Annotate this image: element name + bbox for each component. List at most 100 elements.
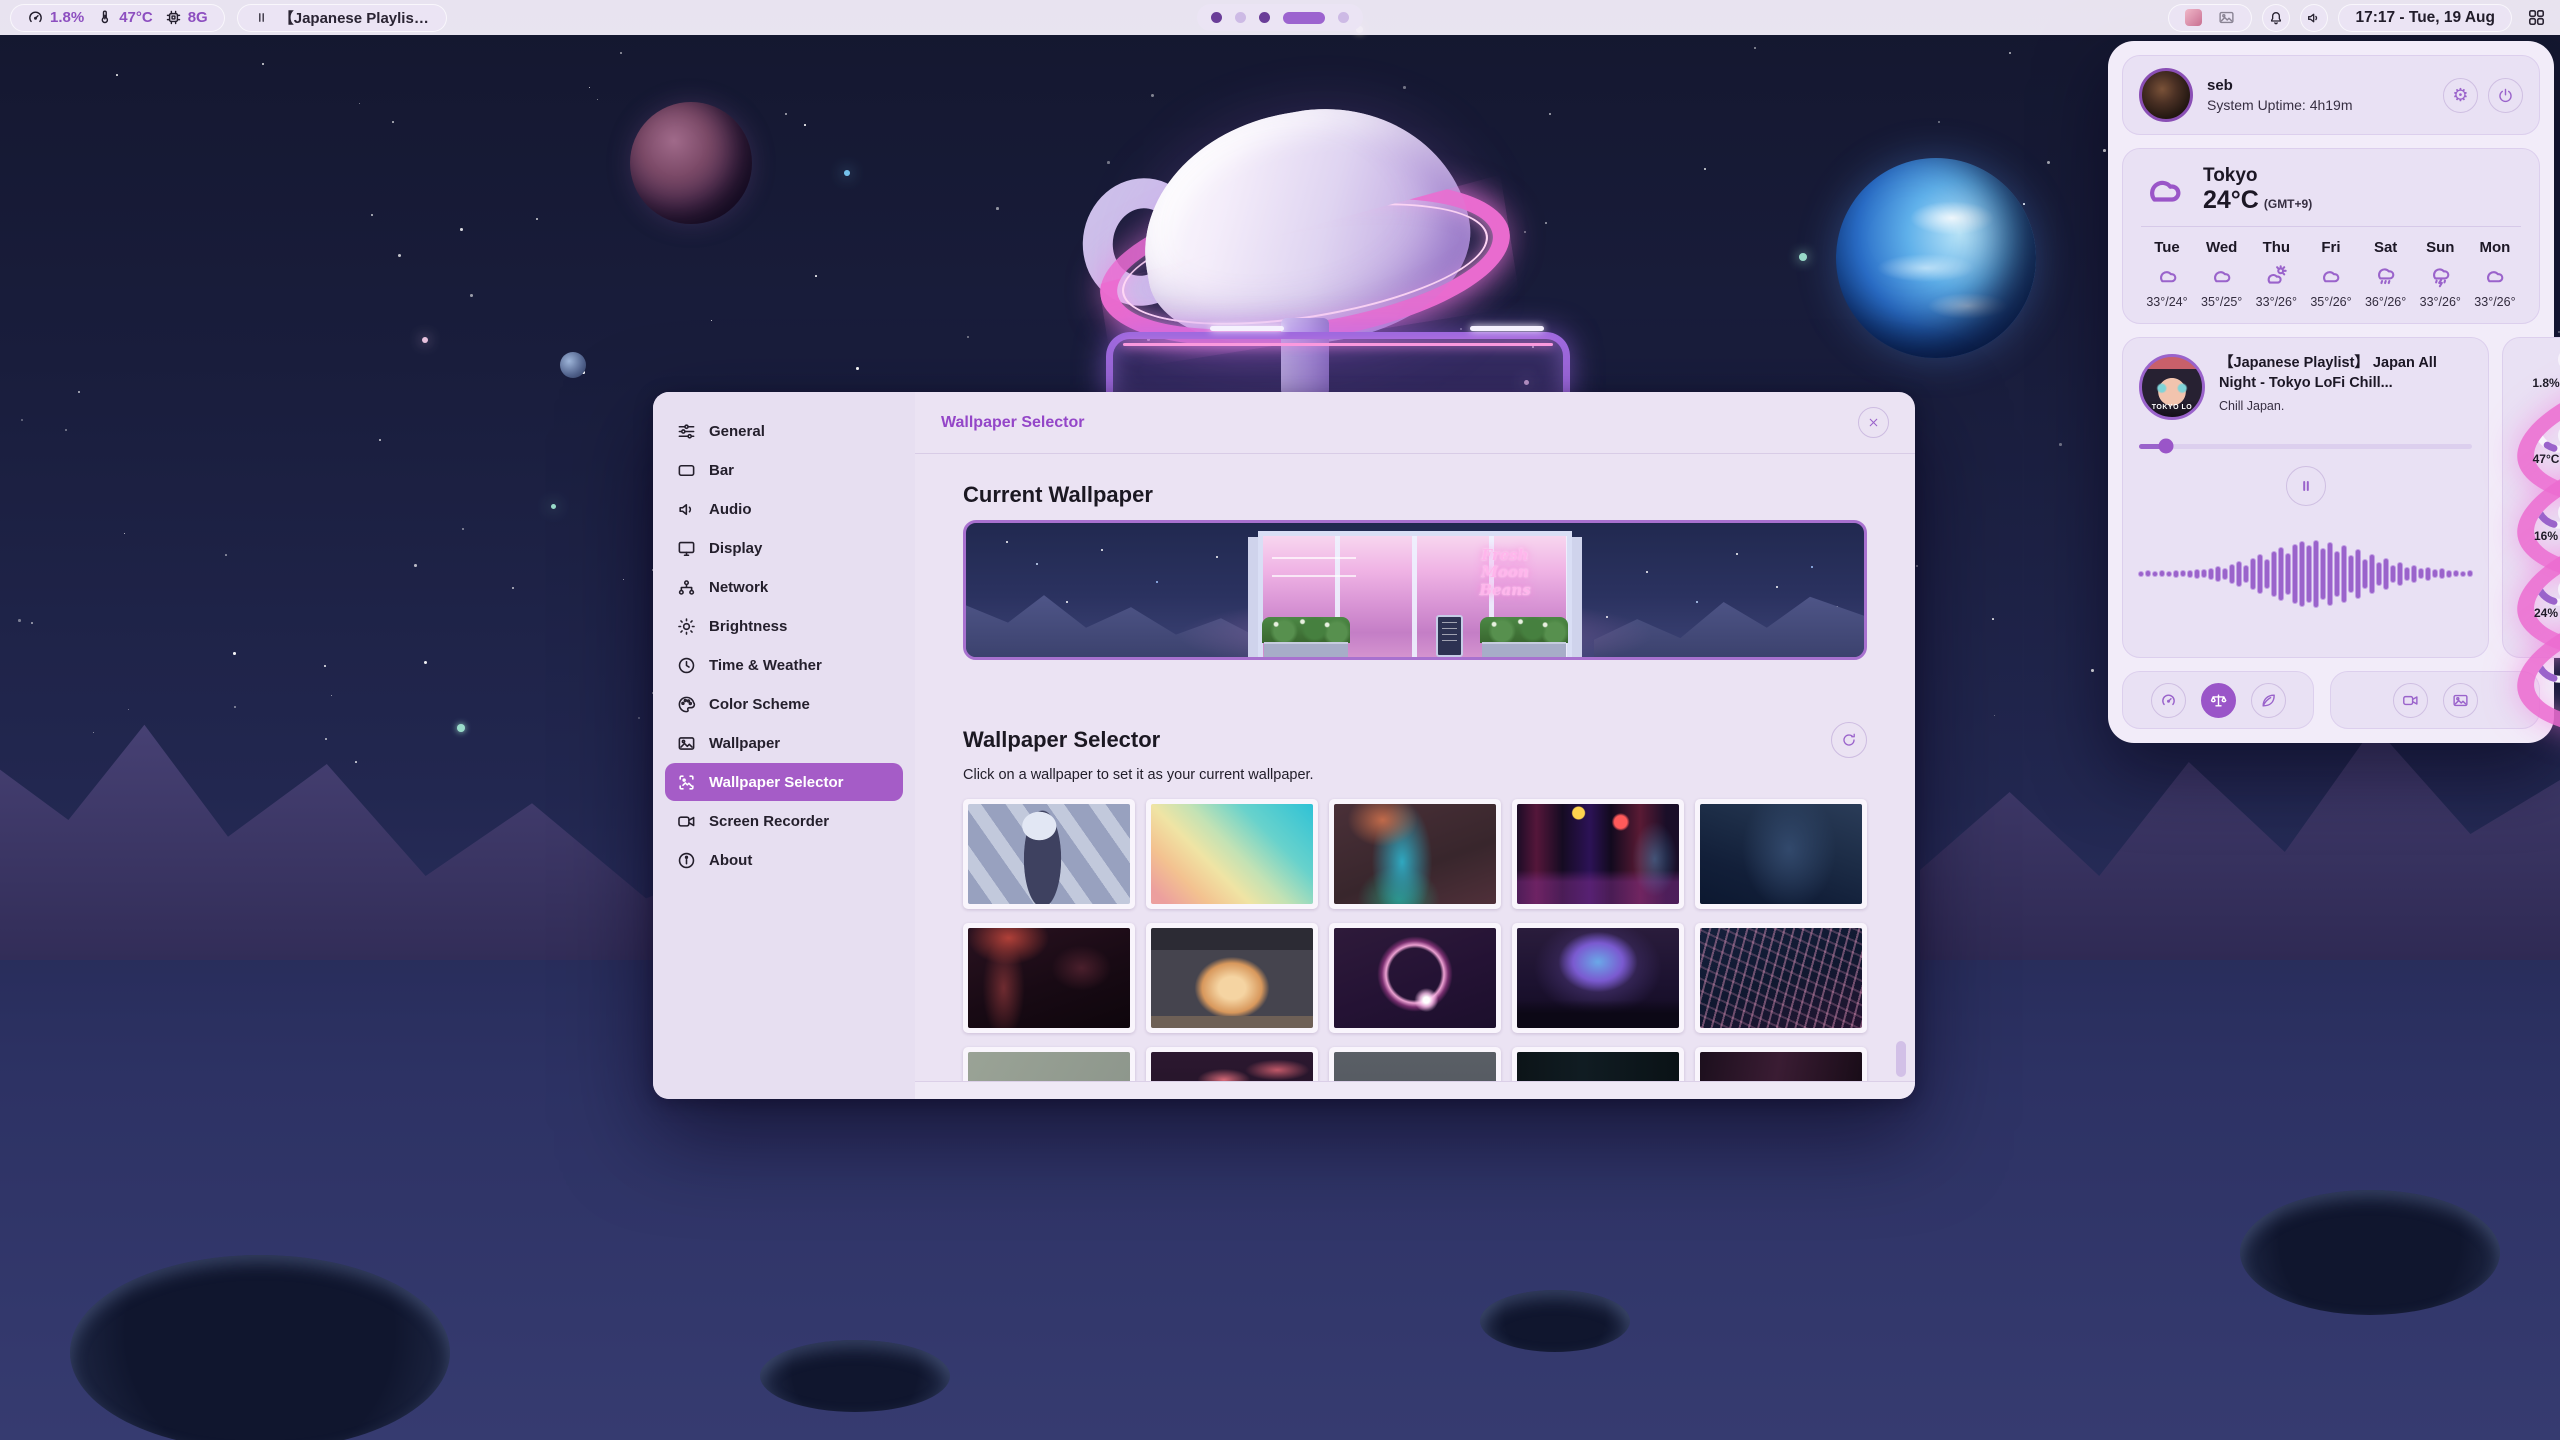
gear-icon: ⚙ [2452,86,2468,104]
sidebar-item-network[interactable]: Network [665,568,903,606]
palette-icon [677,695,696,714]
slider-knob[interactable] [2158,439,2173,454]
close-icon [1867,416,1880,429]
workspace-dot[interactable] [1259,12,1270,23]
cloud-storm-icon [2428,263,2453,288]
pause-button[interactable] [2286,466,2326,506]
sidebar-item-general[interactable]: General [665,412,903,450]
monitor-icon [677,539,696,558]
sidebar-item-display[interactable]: Display [665,529,903,567]
volume-icon [2306,10,2322,26]
media-subtitle: Chill Japan. [2219,399,2472,413]
power-icon [2497,87,2514,104]
weather-timezone: (GMT+9) [2264,197,2312,211]
disk-gauge: 24% [2515,582,2560,644]
app-launcher-button[interactable] [2522,4,2550,32]
small-planet [560,352,586,378]
wallpaper-image [1517,928,1679,1028]
system-tray [2168,4,2252,32]
wallpaper-thumb-pastel-gradient[interactable] [1146,799,1318,909]
settings-button[interactable]: ⚙ [2443,78,2478,113]
capture-group [2330,671,2540,729]
forecast-day-tue: Tue33°/24° [2141,239,2193,309]
settings-sidebar: GeneralBarAudioDisplayNetworkBrightnessT… [653,392,915,1099]
screen-record-button[interactable] [2393,683,2428,718]
workspace-indicator[interactable] [1197,4,1363,31]
selector-subtitle: Click on a wallpaper to set it as your c… [963,767,1867,783]
wallpaper-thumb-red-forest-silhouette[interactable] [963,923,1135,1033]
wallpaper-thumb-blurred-neon-abstract[interactable] [1329,799,1501,909]
thermometer-icon [96,9,113,26]
wallpaper-thumb-nebula-forest[interactable] [1512,923,1684,1033]
wallpaper-grid [963,799,1867,1099]
tray-image-icon[interactable] [2218,9,2235,26]
cloud-icon [2318,263,2343,288]
balanced-profile-button[interactable] [2201,683,2236,718]
preview-stars [1006,541,1008,543]
workspace-dot[interactable] [1211,12,1222,23]
power-button[interactable] [2488,78,2523,113]
cloud-icon [2141,166,2187,212]
settings-window: GeneralBarAudioDisplayNetworkBrightnessT… [653,392,1915,1099]
wallpaper-image [1334,804,1496,904]
bell-icon [2268,10,2284,26]
wallpaper-thumb-dark-snow-castle[interactable] [1695,799,1867,909]
wallpaper-thumb-purple-light-ring[interactable] [1329,923,1501,1033]
wallpaper-image [1517,804,1679,904]
selector-heading: Wallpaper Selector [963,727,1160,753]
performance-profile-button[interactable] [2151,683,2186,718]
wallpaper-thumb-pink-mesh-waves[interactable] [1695,923,1867,1033]
sidebar-item-bar[interactable]: Bar [665,451,903,489]
workspace-dot[interactable] [1235,12,1246,23]
crater [70,1255,450,1440]
window-title: Wallpaper Selector [941,414,1084,432]
cloud-icon [2155,263,2180,288]
sidebar-item-wallpaper-selector[interactable]: Wallpaper Selector [665,763,903,801]
apps-grid-icon [2527,8,2546,27]
scrollbar-thumb[interactable] [1896,1041,1906,1077]
sidebar-item-about[interactable]: About [665,841,903,879]
sidebar-item-color-scheme[interactable]: Color Scheme [665,685,903,723]
refresh-icon [1841,732,1857,748]
notifications-button[interactable] [2262,4,2290,32]
tune-icon [677,422,696,441]
media-pill[interactable]: 【Japanese Playlist】 J... [237,4,447,32]
weather-city: Tokyo [2203,165,2312,187]
sidebar-item-wallpaper[interactable]: Wallpaper [665,724,903,762]
earth-planet [1836,158,2036,358]
cpu-stat: 1.8% [27,9,84,26]
image-select-icon [677,773,696,792]
media-player-card: TOKYO LO 【Japanese Playlist】 Japan All N… [2122,337,2489,658]
refresh-button[interactable] [1831,722,1867,758]
sidebar-item-brightness[interactable]: Brightness [665,607,903,645]
settings-main: Wallpaper Selector Current Wallpaper Fre… [915,392,1915,1099]
media-progress-slider[interactable] [2139,438,2472,454]
clock[interactable]: 17:17 - Tue, 19 Aug [2338,4,2512,32]
tray-app-icon[interactable] [2185,9,2202,26]
volume-button[interactable] [2300,4,2328,32]
forecast-day-thu: Thu33°/26° [2250,239,2302,309]
cafe-shelf [1272,575,1356,577]
forecast-row: Tue33°/24°Wed35°/25°Thu33°/26°Fri35°/26°… [2141,239,2521,309]
system-stats-pill[interactable]: 1.8% 47°C 8G [10,4,225,32]
weather-temp: 24°C(GMT+9) [2203,187,2312,213]
sidebar-item-audio[interactable]: Audio [665,490,903,528]
sidebar-item-time-weather[interactable]: Time & Weather [665,646,903,684]
sidebar-item-screen-recorder[interactable]: Screen Recorder [665,802,903,840]
wallpaper-image [1151,928,1313,1028]
powersave-profile-button[interactable] [2251,683,2286,718]
workspace-dot-active[interactable] [1283,12,1325,24]
crater [2240,1190,2500,1315]
wallpaper-image [968,928,1130,1028]
workspace-dot[interactable] [1338,12,1349,23]
screenshot-button[interactable] [2443,683,2478,718]
wallpaper-thumb-lofi-coffee-shop[interactable] [1146,923,1318,1033]
cafe-planter [1480,617,1568,657]
pause-icon [2298,478,2314,494]
cloud-sun-icon [2264,263,2289,288]
wallpaper-thumb-anime-street-crosswalk[interactable] [963,799,1135,909]
wallpaper-thumb-neon-arcade-alley[interactable] [1512,799,1684,909]
slider-track [2139,444,2472,449]
close-button[interactable] [1858,407,1889,438]
forecast-day-wed: Wed35°/25° [2196,239,2248,309]
